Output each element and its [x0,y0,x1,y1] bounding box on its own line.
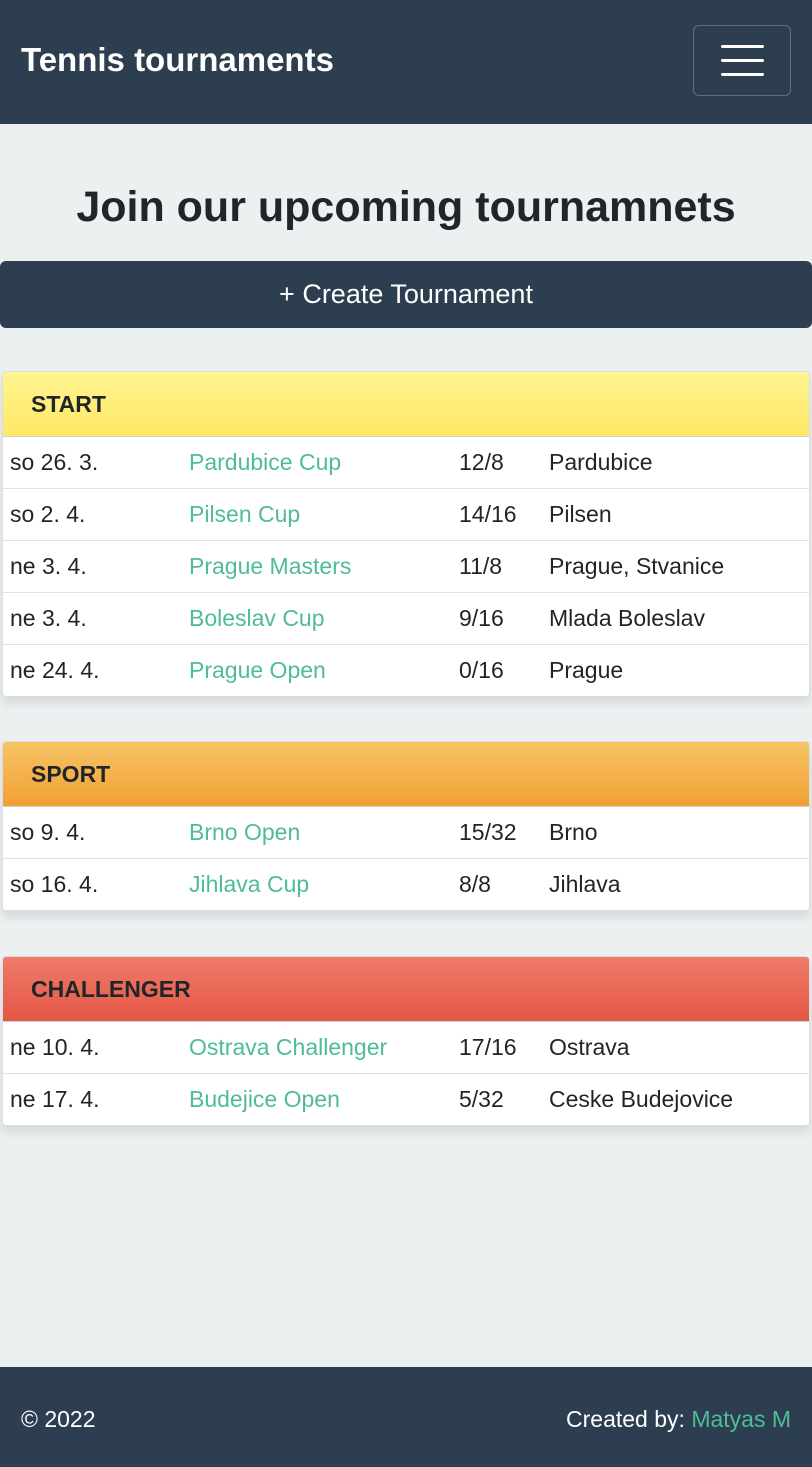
footer: © 2022 Created by: Matyas M [0,1367,812,1467]
tournament-date: so 16. 4. [10,871,99,897]
tournament-players: 9/16 [459,605,504,631]
create-tournament-button[interactable]: + Create Tournament [0,261,812,328]
tournament-players: 0/16 [459,657,504,683]
category-card-sport: SPORT so 9. 4. Brno Open 15/32 Brno so 1… [2,741,810,911]
tournament-link[interactable]: Boleslav Cup [189,593,325,643]
tournament-place: Ceske Budejovice [549,1086,734,1112]
tournament-date: ne 24. 4. [10,657,100,683]
tournament-players: 8/8 [459,871,491,897]
credit: Created by: Matyas M [566,1405,791,1433]
category-card-start: START so 26. 3. Pardubice Cup 12/8 Pardu… [2,371,810,697]
tournament-place: Mlada Boleslav [549,605,705,631]
category-header: SPORT [3,742,809,807]
table-row: ne 17. 4. Budejice Open 5/32 Ceske Budej… [3,1074,809,1125]
tournament-date: so 2. 4. [10,501,86,527]
tournament-players: 17/16 [459,1034,517,1060]
tournament-place: Brno [549,819,598,845]
tournament-date: so 9. 4. [10,819,86,845]
tournament-place: Ostrava [549,1034,630,1060]
table-row: ne 10. 4. Ostrava Challenger 17/16 Ostra… [3,1022,809,1074]
tournament-place: Jihlava [549,871,621,897]
hamburger-bar [721,59,764,62]
category-card-challenger: CHALLENGER ne 10. 4. Ostrava Challenger … [2,956,810,1126]
tournament-place: Prague, Stvanice [549,553,725,579]
tournament-link[interactable]: Pilsen Cup [189,489,300,539]
tournament-date: ne 3. 4. [10,605,87,631]
created-by-label: Created by: [566,1406,685,1432]
navbar: Tennis tournaments [0,0,812,124]
tournament-date: so 26. 3. [10,449,99,475]
tournament-link[interactable]: Brno Open [189,807,300,857]
table-row: ne 24. 4. Prague Open 0/16 Prague [3,645,809,696]
tournament-link[interactable]: Ostrava Challenger [189,1022,387,1072]
table-row: so 16. 4. Jihlava Cup 8/8 Jihlava [3,859,809,910]
tournament-players: 12/8 [459,449,504,475]
tournament-link[interactable]: Pardubice Cup [189,437,341,487]
tournament-date: ne 3. 4. [10,553,87,579]
brand-title[interactable]: Tennis tournaments [21,40,334,80]
tournament-link[interactable]: Prague Masters [189,541,351,591]
category-header: CHALLENGER [3,957,809,1022]
hamburger-bar [721,45,764,48]
page-title: Join our upcoming tournamnets [76,183,736,231]
tournament-players: 15/32 [459,819,517,845]
tournament-link[interactable]: Budejice Open [189,1074,340,1124]
tournament-link[interactable]: Prague Open [189,645,326,695]
copyright: © 2022 [21,1406,96,1432]
tournament-place: Pilsen [549,501,612,527]
table-row: ne 3. 4. Boleslav Cup 9/16 Mlada Bolesla… [3,593,809,645]
tournament-date: ne 10. 4. [10,1034,100,1060]
tournament-link[interactable]: Jihlava Cup [189,859,309,909]
category-header: START [3,372,809,437]
tournament-players: 11/8 [459,553,503,579]
tournament-place: Prague [549,657,624,683]
tournament-players: 14/16 [459,501,517,527]
tournament-date: ne 17. 4. [10,1086,100,1112]
hamburger-menu-icon[interactable] [693,25,791,96]
table-row: so 26. 3. Pardubice Cup 12/8 Pardubice [3,437,809,489]
author-link[interactable]: Matyas M [691,1406,791,1432]
table-row: ne 3. 4. Prague Masters 11/8 Prague, Stv… [3,541,809,593]
hamburger-bar [721,73,764,76]
tournament-place: Pardubice [549,449,653,475]
table-row: so 9. 4. Brno Open 15/32 Brno [3,807,809,859]
tournament-players: 5/32 [459,1086,504,1112]
table-row: so 2. 4. Pilsen Cup 14/16 Pilsen [3,489,809,541]
